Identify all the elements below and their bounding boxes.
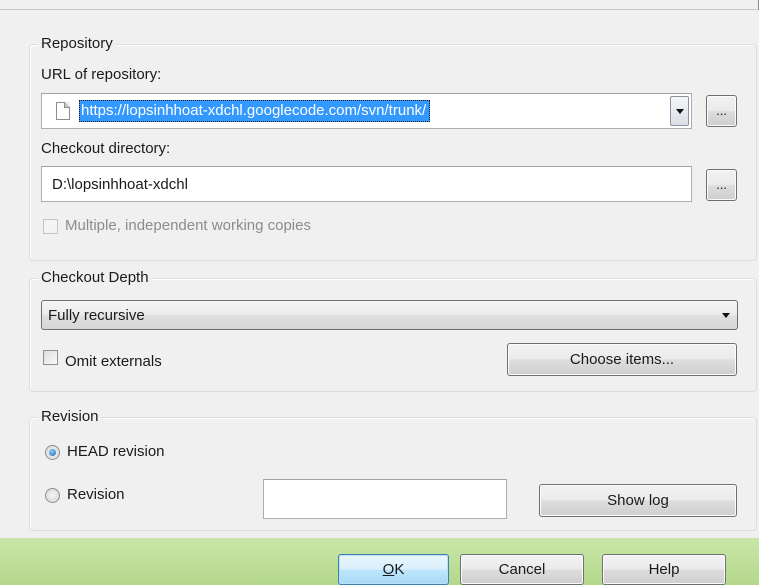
choose-items-button[interactable]: Choose items... xyxy=(507,343,737,376)
checkout-directory-value: D:\lopsinhhoat-xdchl xyxy=(52,176,188,193)
depth-select[interactable]: Fully recursive xyxy=(41,300,738,330)
depth-selected-value: Fully recursive xyxy=(48,307,145,324)
url-browse-button[interactable]: ... xyxy=(706,95,737,127)
repository-legend: Repository xyxy=(38,34,116,54)
omit-externals-label: Omit externals xyxy=(65,353,162,370)
url-input[interactable]: https://lopsinhhoat-xdchl.googlecode.com… xyxy=(79,100,431,122)
cancel-button[interactable]: Cancel xyxy=(460,554,584,585)
dialog-top-edge xyxy=(0,0,759,10)
multiple-copies-checkbox[interactable] xyxy=(43,219,58,234)
head-revision-radio[interactable] xyxy=(45,445,60,460)
checkout-depth-legend: Checkout Depth xyxy=(38,268,152,288)
ok-button[interactable]: OK xyxy=(338,554,449,585)
multiple-copies-label: Multiple, independent working copies xyxy=(65,217,311,234)
show-log-button[interactable]: Show log xyxy=(539,484,737,517)
directory-browse-button[interactable]: ... xyxy=(706,169,737,201)
revision-label: Revision xyxy=(67,486,125,503)
file-icon xyxy=(56,102,70,120)
chevron-down-icon[interactable] xyxy=(670,96,689,126)
chevron-down-icon xyxy=(717,301,735,329)
revision-legend: Revision xyxy=(38,407,102,427)
ok-accelerator: O xyxy=(382,561,395,578)
omit-externals-checkbox[interactable] xyxy=(43,350,58,365)
url-combobox[interactable]: https://lopsinhhoat-xdchl.googlecode.com… xyxy=(41,93,692,129)
ok-label-rest: K xyxy=(394,561,405,578)
checkout-directory-label: Checkout directory: xyxy=(41,140,171,157)
help-button[interactable]: Help xyxy=(602,554,726,585)
url-label: URL of repository: xyxy=(41,66,162,83)
revision-radio[interactable] xyxy=(45,488,60,503)
checkout-directory-input[interactable]: D:\lopsinhhoat-xdchl xyxy=(41,166,692,202)
revision-input[interactable] xyxy=(263,479,507,519)
head-revision-label: HEAD revision xyxy=(67,443,165,460)
